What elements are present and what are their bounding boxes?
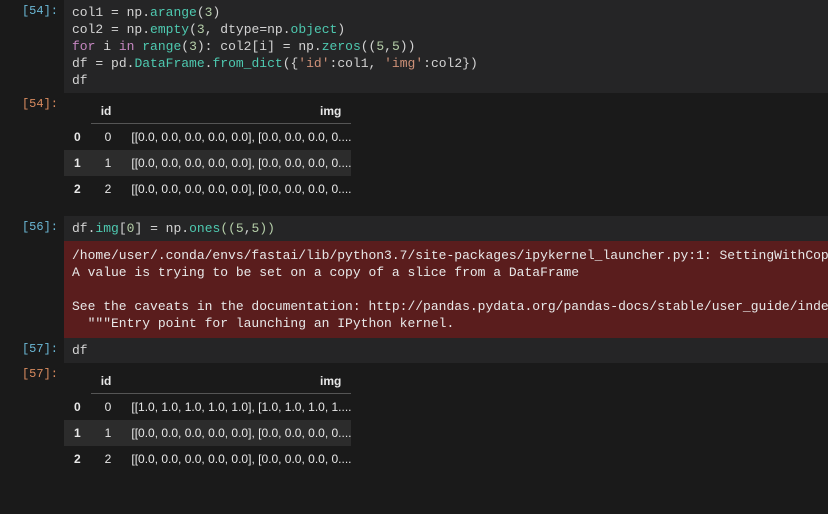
df-row-index: 1 [64,150,91,176]
df-cell-id: 1 [91,150,122,176]
output-prompt-54: [54]: [0,93,64,111]
df-cell-img: [[0.0, 0.0, 0.0, 0.0, 0.0], [0.0, 0.0, 0… [121,420,351,446]
df-row-index: 0 [64,394,91,421]
df-col-header: img [121,99,351,124]
df-cell-id: 2 [91,446,122,472]
df-cell-img: [[0.0, 0.0, 0.0, 0.0, 0.0], [0.0, 0.0, 0… [121,446,351,472]
cell-57-input: [57]: df [0,338,828,363]
df-cell-img: [[1.0, 1.0, 1.0, 1.0, 1.0], [1.0, 1.0, 1… [121,394,351,421]
cell-57-output: [57]: idimg00[[1.0, 1.0, 1.0, 1.0, 1.0],… [0,363,828,486]
df-col-header: img [121,369,351,394]
warning-output: /home/user/.conda/envs/fastai/lib/python… [64,241,828,338]
table-row: 00[[1.0, 1.0, 1.0, 1.0, 1.0], [1.0, 1.0,… [64,394,351,421]
dataframe-output-57: idimg00[[1.0, 1.0, 1.0, 1.0, 1.0], [1.0,… [64,369,351,472]
df-row-index: 2 [64,176,91,202]
code-editor-57[interactable]: df [64,338,828,363]
input-prompt-56: [56]: [0,216,64,234]
df-cell-img: [[0.0, 0.0, 0.0, 0.0, 0.0], [0.0, 0.0, 0… [121,176,351,202]
df-cell-img: [[0.0, 0.0, 0.0, 0.0, 0.0], [0.0, 0.0, 0… [121,150,351,176]
df-cell-id: 0 [91,124,122,151]
dataframe-output-54: idimg00[[0.0, 0.0, 0.0, 0.0, 0.0], [0.0,… [64,99,351,202]
df-col-header: id [91,369,122,394]
df-cell-id: 0 [91,394,122,421]
df-row-index: 1 [64,420,91,446]
df-cell-img: [[0.0, 0.0, 0.0, 0.0, 0.0], [0.0, 0.0, 0… [121,124,351,151]
cell-56-stderr: /home/user/.conda/envs/fastai/lib/python… [0,241,828,338]
df-cell-id: 2 [91,176,122,202]
df-row-index: 0 [64,124,91,151]
table-row: 00[[0.0, 0.0, 0.0, 0.0, 0.0], [0.0, 0.0,… [64,124,351,151]
df-cell-id: 1 [91,420,122,446]
df-row-index: 2 [64,446,91,472]
table-row: 11[[0.0, 0.0, 0.0, 0.0, 0.0], [0.0, 0.0,… [64,150,351,176]
cell-54-input: [54]: col1 = np.arange(3) col2 = np.empt… [0,0,828,93]
input-prompt-57: [57]: [0,338,64,356]
input-prompt-54: [54]: [0,0,64,18]
stderr-prompt-56 [0,241,64,245]
code-editor-54[interactable]: col1 = np.arange(3) col2 = np.empty(3, d… [64,0,828,93]
df-col-header: id [91,99,122,124]
table-row: 22[[0.0, 0.0, 0.0, 0.0, 0.0], [0.0, 0.0,… [64,446,351,472]
cell-54-output: [54]: idimg00[[0.0, 0.0, 0.0, 0.0, 0.0],… [0,93,828,216]
cell-56-input: [56]: df.img[0] = np.ones((5,5)) [0,216,828,241]
output-prompt-57: [57]: [0,363,64,381]
table-row: 11[[0.0, 0.0, 0.0, 0.0, 0.0], [0.0, 0.0,… [64,420,351,446]
code-editor-56[interactable]: df.img[0] = np.ones((5,5)) [64,216,828,241]
table-row: 22[[0.0, 0.0, 0.0, 0.0, 0.0], [0.0, 0.0,… [64,176,351,202]
